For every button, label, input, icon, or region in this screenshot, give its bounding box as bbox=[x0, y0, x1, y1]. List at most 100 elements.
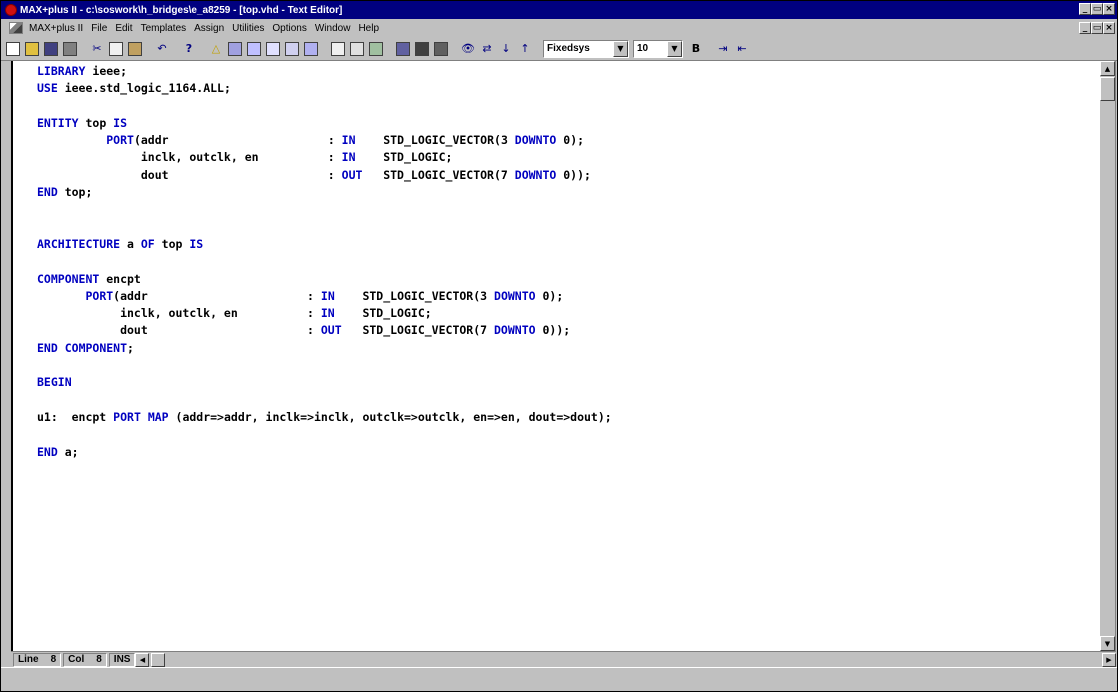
vertical-scrollbar[interactable]: ▲ ▼ bbox=[1099, 61, 1115, 651]
help-pointer-icon[interactable]: ? bbox=[180, 40, 198, 58]
hierarchy-icon[interactable] bbox=[226, 40, 244, 58]
find-prev-icon[interactable]: ↑ bbox=[516, 40, 534, 58]
simulator-icon[interactable] bbox=[367, 40, 385, 58]
col-label: Col bbox=[68, 654, 85, 665]
col-indicator: Col 8 bbox=[63, 652, 107, 667]
font-size-value: 10 bbox=[637, 43, 649, 54]
maximize-button[interactable]: ▭ bbox=[1091, 3, 1103, 15]
waveform-editor-icon[interactable] bbox=[329, 40, 347, 58]
close-button[interactable]: × bbox=[1103, 3, 1115, 15]
line-value: 8 bbox=[50, 654, 57, 665]
copy-icon[interactable] bbox=[107, 40, 125, 58]
document-caption-buttons: _ ▭ × bbox=[1079, 22, 1115, 34]
doc-close-button[interactable]: × bbox=[1103, 22, 1115, 34]
symbol-editor-icon[interactable] bbox=[283, 40, 301, 58]
undo-icon[interactable]: ↶ bbox=[153, 40, 171, 58]
open-icon[interactable] bbox=[23, 40, 41, 58]
menu-bar: MAX+plus II File Edit Templates Assign U… bbox=[1, 19, 1117, 37]
code-line[interactable]: END COMPONENT; bbox=[37, 340, 612, 357]
status-bar: Line 8 Col 8 INS ◀ ▶ bbox=[11, 651, 1116, 667]
code-line[interactable] bbox=[37, 392, 612, 409]
col-value: 8 bbox=[96, 654, 102, 665]
code-line[interactable]: inclk, outclk, en : IN STD_LOGIC; bbox=[37, 149, 612, 166]
code-line[interactable]: END a; bbox=[37, 444, 612, 461]
compiler-icon[interactable] bbox=[348, 40, 366, 58]
indent-icon[interactable]: ⇥ bbox=[714, 40, 732, 58]
doc-minimize-button[interactable]: _ bbox=[1079, 22, 1091, 34]
code-line[interactable]: BEGIN bbox=[37, 374, 612, 391]
code-line[interactable]: ENTITY top IS bbox=[37, 115, 612, 132]
code-line[interactable]: LIBRARY ieee; bbox=[37, 63, 612, 80]
text-editor-area[interactable]: LIBRARY ieee; USE ieee.std_logic_1164.ALL… bbox=[11, 61, 1116, 651]
code-line[interactable]: PORT(addr : IN STD_LOGIC_VECTOR(3 DOWNTO… bbox=[37, 132, 612, 149]
code-content[interactable]: LIBRARY ieee; USE ieee.std_logic_1164.ALL… bbox=[37, 63, 612, 461]
menu-templates[interactable]: Templates bbox=[137, 23, 191, 34]
document-window-icon[interactable] bbox=[9, 22, 23, 34]
menu-file[interactable]: File bbox=[87, 23, 111, 34]
font-select-value: Fixedsys bbox=[547, 43, 590, 54]
doc-restore-button[interactable]: ▭ bbox=[1091, 22, 1103, 34]
menu-window[interactable]: Window bbox=[311, 23, 355, 34]
scroll-down-icon[interactable]: ▼ bbox=[1100, 636, 1115, 651]
menu-utilities[interactable]: Utilities bbox=[228, 23, 268, 34]
application-window: MAX+plus II - c:\soswork\h_bridges\e_a82… bbox=[0, 0, 1118, 692]
bottom-panel bbox=[1, 667, 1117, 691]
save-icon[interactable] bbox=[42, 40, 60, 58]
menu-options[interactable]: Options bbox=[268, 23, 310, 34]
menu-assign[interactable]: Assign bbox=[190, 23, 228, 34]
minimize-button[interactable]: _ bbox=[1079, 3, 1091, 15]
code-line[interactable] bbox=[37, 98, 612, 115]
text-editor-icon[interactable] bbox=[302, 40, 320, 58]
scroll-left-icon[interactable]: ◀ bbox=[135, 652, 150, 667]
graphic-editor-icon[interactable] bbox=[264, 40, 282, 58]
find-text-icon[interactable]: 👁 bbox=[459, 40, 477, 58]
code-line[interactable] bbox=[37, 357, 612, 374]
menu-maxplus[interactable]: MAX+plus II bbox=[25, 23, 87, 34]
code-line[interactable] bbox=[37, 201, 612, 218]
floorplan-icon[interactable] bbox=[245, 40, 263, 58]
open-project-icon[interactable] bbox=[432, 40, 450, 58]
insert-mode-indicator: INS bbox=[108, 652, 136, 667]
title-bar[interactable]: MAX+plus II - c:\soswork\h_bridges\e_a82… bbox=[1, 1, 1117, 19]
code-line[interactable]: USE ieee.std_logic_1164.ALL; bbox=[37, 80, 612, 97]
code-line[interactable]: dout : OUT STD_LOGIC_VECTOR(7 DOWNTO 0))… bbox=[37, 322, 612, 339]
cut-icon[interactable]: ✂ bbox=[88, 40, 106, 58]
code-line[interactable]: inclk, outclk, en : IN STD_LOGIC; bbox=[37, 305, 612, 322]
code-line[interactable] bbox=[37, 219, 612, 236]
bold-icon[interactable]: B bbox=[687, 40, 705, 58]
window-title: MAX+plus II - c:\soswork\h_bridges\e_a82… bbox=[20, 4, 343, 16]
code-line[interactable] bbox=[37, 426, 612, 443]
find-next-icon[interactable]: ↓ bbox=[497, 40, 515, 58]
window-caption-buttons: _ ▭ × bbox=[1079, 3, 1115, 15]
menu-help[interactable]: Help bbox=[354, 23, 383, 34]
new-file-icon[interactable] bbox=[4, 40, 22, 58]
scroll-up-icon[interactable]: ▲ bbox=[1100, 61, 1115, 76]
scroll-thumb[interactable] bbox=[1100, 77, 1115, 101]
font-size-select[interactable]: 10 ▼ bbox=[633, 39, 683, 58]
mode-label: INS bbox=[113, 654, 131, 665]
timing-analyzer-icon[interactable] bbox=[394, 40, 412, 58]
scroll-right-icon[interactable]: ▶ bbox=[1102, 652, 1116, 667]
print-icon[interactable] bbox=[61, 40, 79, 58]
paste-icon[interactable] bbox=[126, 40, 144, 58]
outdent-icon[interactable]: ⇤ bbox=[733, 40, 751, 58]
code-line[interactable]: u1: encpt PORT MAP (addr=>addr, inclk=>i… bbox=[37, 409, 612, 426]
compile-warning-icon[interactable]: △ bbox=[207, 40, 225, 58]
code-line[interactable]: dout : OUT STD_LOGIC_VECTOR(7 DOWNTO 0))… bbox=[37, 167, 612, 184]
code-line[interactable]: PORT(addr : IN STD_LOGIC_VECTOR(3 DOWNTO… bbox=[37, 288, 612, 305]
code-line[interactable] bbox=[37, 253, 612, 270]
find-replace-icon[interactable]: ⇄ bbox=[478, 40, 496, 58]
line-label: Line bbox=[18, 654, 39, 665]
scroll-right-small-icon[interactable] bbox=[151, 652, 166, 667]
code-line[interactable]: ARCHITECTURE a OF top IS bbox=[37, 236, 612, 253]
menu-edit[interactable]: Edit bbox=[111, 23, 136, 34]
app-logo-icon bbox=[5, 4, 17, 16]
programmer-icon[interactable] bbox=[413, 40, 431, 58]
font-select[interactable]: Fixedsys ▼ bbox=[543, 39, 629, 58]
toolbar: ✂ ↶ ? △ 👁 ⇄ ↓ ↑ Fixedsys ▼ 10 ▼ B ⇥ ⇤ bbox=[1, 37, 1117, 61]
line-indicator: Line 8 bbox=[13, 652, 62, 667]
code-line[interactable]: END top; bbox=[37, 184, 612, 201]
chevron-down-icon[interactable]: ▼ bbox=[667, 40, 682, 57]
chevron-down-icon[interactable]: ▼ bbox=[613, 40, 628, 57]
code-line[interactable]: COMPONENT encpt bbox=[37, 271, 612, 288]
